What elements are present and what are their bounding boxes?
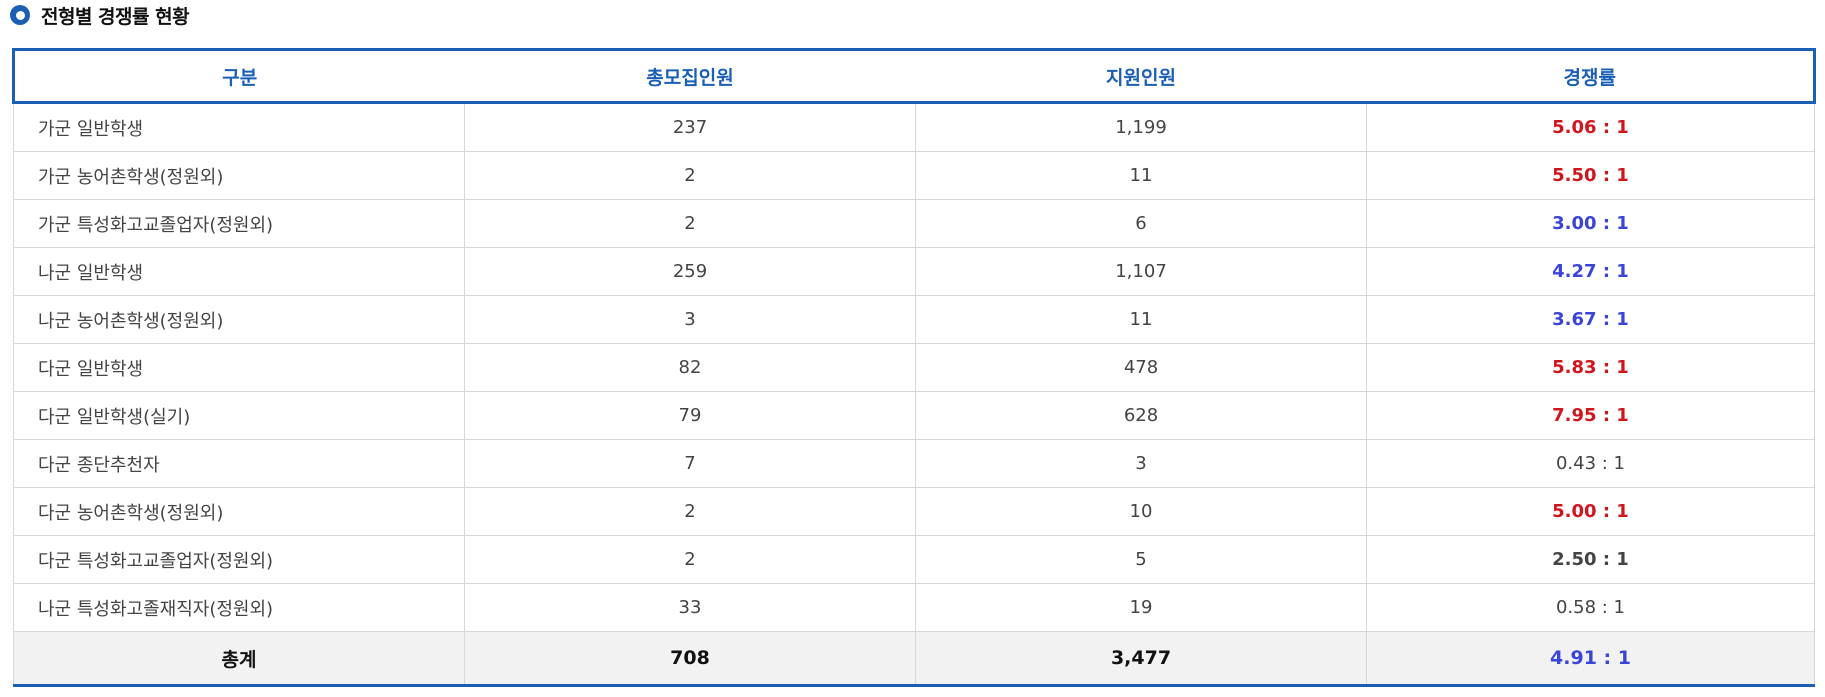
cell-applicants: 6 <box>915 199 1367 248</box>
cell-rate: 3.67 : 1 <box>1366 295 1815 344</box>
table-row: 나군 농어촌학생(정원외) 3 11 3.67 : 1 <box>13 295 1815 344</box>
total-applicants: 3,477 <box>915 631 1367 687</box>
cell-applicants: 11 <box>915 151 1367 200</box>
table-row: 가군 농어촌학생(정원외) 2 11 5.50 : 1 <box>13 151 1815 200</box>
section-title: 전형별 경쟁률 현황 <box>41 5 190 28</box>
cell-category: 다군 종단추천자 <box>13 439 465 488</box>
table-total-row: 총계 708 3,477 4.91 : 1 <box>13 631 1815 687</box>
cell-category: 가군 특성화고교졸업자(정원외) <box>13 199 465 248</box>
competition-rate-table: 구분 총모집인원 지원인원 경쟁률 가군 일반학생 237 1,199 5.06 : … <box>12 48 1816 687</box>
cell-recruit: 33 <box>464 583 916 632</box>
cell-category: 나군 특성화고졸재직자(정원외) <box>13 583 465 632</box>
cell-recruit: 259 <box>464 247 916 296</box>
cell-recruit: 2 <box>464 487 916 536</box>
cell-applicants: 19 <box>915 583 1367 632</box>
cell-recruit: 3 <box>464 295 916 344</box>
header-recruit: 총모집인원 <box>464 48 916 104</box>
cell-rate: 0.43 : 1 <box>1366 439 1815 488</box>
table-header-row: 구분 총모집인원 지원인원 경쟁률 <box>12 48 1816 104</box>
cell-recruit: 2 <box>464 199 916 248</box>
cell-recruit: 82 <box>464 343 916 392</box>
cell-rate: 5.50 : 1 <box>1366 151 1815 200</box>
cell-applicants: 1,199 <box>915 102 1367 152</box>
cell-category: 다군 일반학생 <box>13 343 465 392</box>
cell-category: 나군 일반학생 <box>13 247 465 296</box>
cell-category: 가군 일반학생 <box>13 102 465 152</box>
radio-bullet-icon <box>10 5 30 25</box>
table-row: 다군 특성화고교졸업자(정원외) 2 5 2.50 : 1 <box>13 535 1815 584</box>
cell-rate: 7.95 : 1 <box>1366 391 1815 440</box>
table-row: 나군 특성화고졸재직자(정원외) 33 19 0.58 : 1 <box>13 583 1815 632</box>
cell-applicants: 10 <box>915 487 1367 536</box>
cell-category: 가군 농어촌학생(정원외) <box>13 151 465 200</box>
cell-rate: 5.00 : 1 <box>1366 487 1815 536</box>
cell-category: 나군 농어촌학생(정원외) <box>13 295 465 344</box>
cell-recruit: 2 <box>464 151 916 200</box>
table-row: 다군 농어촌학생(정원외) 2 10 5.00 : 1 <box>13 487 1815 536</box>
table-row: 나군 일반학생 259 1,107 4.27 : 1 <box>13 247 1815 296</box>
cell-applicants: 3 <box>915 439 1367 488</box>
cell-recruit: 7 <box>464 439 916 488</box>
cell-applicants: 11 <box>915 295 1367 344</box>
table-row: 다군 일반학생(실기) 79 628 7.95 : 1 <box>13 391 1815 440</box>
table-row: 가군 특성화고교졸업자(정원외) 2 6 3.00 : 1 <box>13 199 1815 248</box>
header-rate: 경쟁률 <box>1366 48 1816 104</box>
cell-applicants: 1,107 <box>915 247 1367 296</box>
table-row: 다군 종단추천자 7 3 0.43 : 1 <box>13 439 1815 488</box>
cell-rate: 5.06 : 1 <box>1366 102 1815 152</box>
total-rate: 4.91 : 1 <box>1366 631 1815 687</box>
cell-recruit: 2 <box>464 535 916 584</box>
header-category: 구분 <box>12 48 465 104</box>
cell-rate: 2.50 : 1 <box>1366 535 1815 584</box>
cell-rate: 4.27 : 1 <box>1366 247 1815 296</box>
cell-category: 다군 농어촌학생(정원외) <box>13 487 465 536</box>
cell-applicants: 478 <box>915 343 1367 392</box>
page: 전형별 경쟁률 현황 구분 총모집인원 지원인원 경쟁률 가군 일반학생 237 1… <box>0 0 1825 697</box>
section-header: 전형별 경쟁률 현황 <box>10 2 190 28</box>
cell-rate: 5.83 : 1 <box>1366 343 1815 392</box>
cell-category: 다군 일반학생(실기) <box>13 391 465 440</box>
total-recruit: 708 <box>464 631 916 687</box>
cell-applicants: 628 <box>915 391 1367 440</box>
cell-recruit: 237 <box>464 102 916 152</box>
cell-rate: 3.00 : 1 <box>1366 199 1815 248</box>
cell-recruit: 79 <box>464 391 916 440</box>
header-applicants: 지원인원 <box>915 48 1367 104</box>
table-row: 다군 일반학생 82 478 5.83 : 1 <box>13 343 1815 392</box>
table-row: 가군 일반학생 237 1,199 5.06 : 1 <box>13 102 1815 152</box>
total-label: 총계 <box>13 631 465 687</box>
table-body: 가군 일반학생 237 1,199 5.06 : 1 가군 농어촌학생(정원외) 2 11 5… <box>13 102 1815 632</box>
cell-category: 다군 특성화고교졸업자(정원외) <box>13 535 465 584</box>
cell-rate: 0.58 : 1 <box>1366 583 1815 632</box>
cell-applicants: 5 <box>915 535 1367 584</box>
